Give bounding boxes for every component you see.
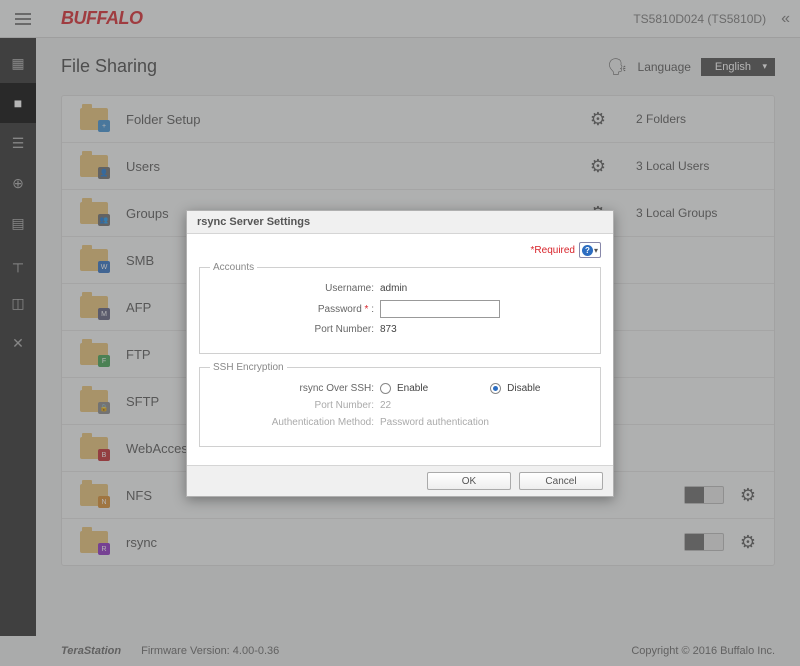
dialog-title: rsync Server Settings — [187, 211, 613, 234]
rsync-settings-dialog: rsync Server Settings *Required ? ▾ Acco… — [186, 210, 614, 497]
cancel-button[interactable]: Cancel — [519, 472, 603, 490]
ok-button[interactable]: OK — [427, 472, 511, 490]
accounts-fieldset: Accounts Username: admin Password * : Po… — [199, 262, 601, 354]
port-value: 873 — [380, 324, 397, 335]
enable-label: Enable — [397, 383, 428, 394]
auth-method-value: Password authentication — [380, 417, 489, 428]
disable-label: Disable — [507, 383, 540, 394]
password-label: Password * : — [210, 304, 380, 315]
password-input[interactable] — [380, 300, 500, 318]
enable-radio[interactable] — [380, 383, 391, 394]
disable-radio[interactable] — [490, 383, 501, 394]
ssh-fieldset: SSH Encryption rsync Over SSH: Enable Di… — [199, 362, 601, 447]
auth-method-label: Authentication Method: — [210, 417, 380, 428]
username-value: admin — [380, 283, 407, 294]
rsync-ssh-label: rsync Over SSH: — [210, 383, 380, 394]
username-label: Username: — [210, 283, 380, 294]
port-label: Port Number: — [210, 324, 380, 335]
accounts-legend: Accounts — [210, 262, 257, 273]
help-button[interactable]: ? ▾ — [579, 242, 601, 258]
ssh-legend: SSH Encryption — [210, 362, 287, 373]
required-marker: *Required — [531, 245, 575, 256]
ssh-port-value: 22 — [380, 400, 391, 411]
help-icon: ? — [582, 245, 593, 256]
ssh-port-label: Port Number: — [210, 400, 380, 411]
